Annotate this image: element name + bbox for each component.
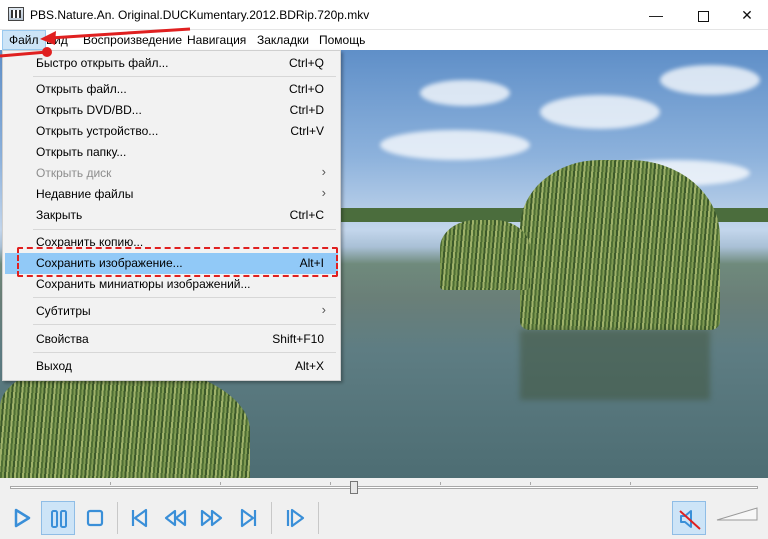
submenu-arrow-icon: › [321,185,326,200]
menu-item-shortcut: Ctrl+O [288,82,324,96]
skip-forward-icon [240,508,257,528]
menu-item-shortcut: Ctrl+V [290,124,324,138]
file-menu-dropdown: Быстро открыть файл... Ctrl+Q Открыть фа… [2,50,341,381]
mute-icon [679,510,701,530]
frame-step-icon [286,508,305,528]
reeds [440,220,530,290]
reed-reflection [520,330,710,400]
menu-separator [33,76,336,77]
playback-controls [0,498,768,539]
next-button[interactable] [232,501,266,535]
menu-item-label: Свойства [36,332,89,346]
maximize-icon [697,10,709,22]
menu-item-properties[interactable]: Свойства Shift+F10 [5,329,338,350]
menu-item-shortcut: Ctrl+C [289,208,324,222]
minimize-icon: — [649,7,663,23]
menu-item-label: Открыть папку... [36,145,127,159]
menu-item-label: Выход [36,359,72,373]
menu-help[interactable]: Помощь [313,30,371,50]
menu-separator [33,352,336,353]
seek-thumb[interactable] [350,481,358,494]
fast-forward-button[interactable] [195,501,229,535]
volume-slider[interactable] [716,507,758,521]
cloud [660,65,760,95]
menu-separator [33,297,336,298]
play-button[interactable] [5,501,39,535]
menu-item-open-file[interactable]: Открыть файл... Ctrl+O [5,79,338,100]
minimize-button[interactable]: — [633,0,679,30]
mute-button[interactable] [672,501,706,535]
menu-separator [33,324,336,325]
menu-item-label: Открыть устройство... [36,124,159,138]
menu-item-label: Сохранить миниатюры изображений... [36,277,251,291]
menu-item-shortcut: Ctrl+Q [288,56,324,70]
menu-item-shortcut: Ctrl+D [289,103,324,117]
skip-back-icon [131,508,148,528]
menu-item-label: Открыть файл... [36,82,127,96]
cloud [540,95,660,129]
menu-item-open-device[interactable]: Открыть устройство... Ctrl+V [5,121,338,142]
window-title: PBS.Nature.An. Original.DUCKumentary.201… [30,8,370,22]
menu-item-close[interactable]: Закрыть Ctrl+C [5,205,338,226]
close-button[interactable]: ✕ [726,0,768,30]
seek-tick [330,482,331,485]
menu-item-exit[interactable]: Выход Alt+X [5,356,338,377]
pause-button[interactable] [41,501,75,535]
menu-item-recent-files[interactable]: Недавние файлы › [5,184,338,205]
app-icon [8,7,24,21]
submenu-arrow-icon: › [321,302,326,317]
menu-item-shortcut: Shift+F10 [272,332,324,346]
cloud [380,130,530,160]
seek-tick [530,482,531,485]
annotation-arrow-icon [0,27,191,58]
stop-icon [86,509,104,527]
seek-tick [440,482,441,485]
menu-item-label: Субтитры [36,304,91,318]
menu-item-label: Закрыть [36,208,83,222]
menu-separator [33,229,336,230]
toolbar-divider [271,502,272,534]
menu-item-label: Недавние файлы [36,187,134,201]
play-icon [14,508,31,528]
submenu-arrow-icon: › [321,164,326,179]
seek-tick [630,482,631,485]
close-icon: ✕ [741,7,753,23]
pause-icon [51,510,67,528]
seek-tick [110,482,111,485]
frame-step-button[interactable] [278,501,312,535]
menu-item-subtitles[interactable]: Субтитры › [5,301,338,322]
menu-item-label: Открыть диск [36,166,112,180]
menu-item-open-dvd[interactable]: Открыть DVD/BD... Ctrl+D [5,100,338,121]
toolbar-divider [318,502,319,534]
reeds [520,160,720,330]
menu-bookmarks[interactable]: Закладки [251,30,315,50]
stop-button[interactable] [78,501,112,535]
annotation-highlight-box [17,247,338,277]
menu-item-open-disc: Открыть диск › [5,163,338,184]
seek-bar[interactable] [0,478,768,498]
seek-track[interactable] [10,486,758,489]
previous-button[interactable] [122,501,156,535]
menu-item-open-folder[interactable]: Открыть папку... [5,142,338,163]
cloud [420,80,510,106]
menu-item-label: Открыть DVD/BD... [36,103,142,117]
maximize-button[interactable] [680,0,726,30]
rewind-icon [164,509,187,527]
fast-forward-icon [200,509,223,527]
toolbar-divider [117,502,118,534]
rewind-button[interactable] [158,501,192,535]
seek-tick [220,482,221,485]
menu-item-shortcut: Alt+X [294,359,324,373]
menu-item-save-thumbnails[interactable]: Сохранить миниатюры изображений... [5,274,338,295]
